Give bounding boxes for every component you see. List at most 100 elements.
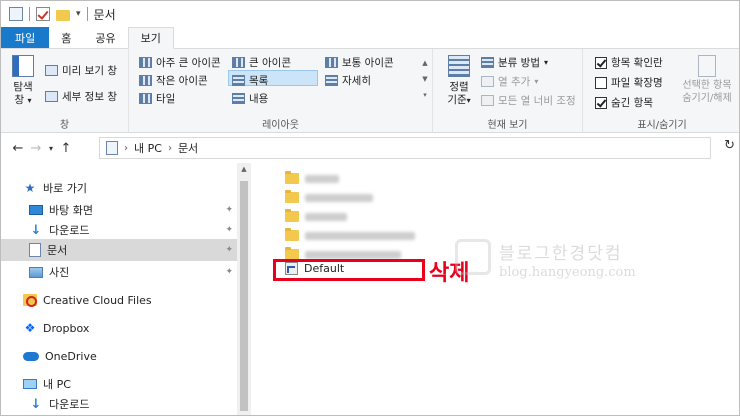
panes-group-label: 창 — [59, 120, 70, 131]
file-extensions-toggle[interactable]: 파일 확장명 — [595, 75, 663, 90]
show-hide-group-label: 표시/숨기기 — [637, 120, 687, 131]
checkmark-icon[interactable] — [36, 7, 50, 21]
details-label: 자세히 — [342, 75, 371, 87]
ribbon-tabs: 파일 홈 공유 보기 — [1, 27, 739, 49]
fit-columns-icon — [481, 95, 494, 106]
extra-large-icons-icon — [139, 57, 152, 68]
pin-icon[interactable]: ✦ — [225, 245, 233, 255]
breadcrumb-documents[interactable]: 문서 — [178, 140, 198, 156]
title-divider — [86, 7, 88, 21]
item-checkboxes-toggle[interactable]: 항목 확인란 — [595, 55, 663, 70]
tab-view[interactable]: 보기 — [127, 27, 174, 49]
content-option[interactable]: 내용 — [232, 91, 268, 106]
add-column-label: 열 추가 — [498, 76, 531, 88]
navigation-pane-label-a: 탐색 — [13, 81, 33, 93]
folder-icon — [285, 171, 299, 184]
pin-icon[interactable]: ✦ — [225, 267, 233, 277]
layout-group-label: 레이아웃 — [262, 120, 299, 131]
group-by-button[interactable]: 분류 방법 ▾ — [481, 55, 548, 70]
sidebar-item-onedrive[interactable]: OneDrive — [1, 345, 237, 367]
hide-selected-items-button[interactable]: 선택한 항목 숨기기/해제 — [675, 55, 739, 105]
sidebar-item-this-pc[interactable]: 내 PC — [1, 373, 237, 395]
folder-icon — [285, 209, 299, 222]
pin-icon[interactable]: ✦ — [225, 225, 233, 235]
document-properties-icon[interactable] — [9, 7, 23, 21]
small-icons-option[interactable]: 작은 아이콘 — [139, 73, 208, 88]
desktop-icon — [29, 205, 43, 215]
folder-icon — [285, 190, 299, 203]
extra-large-icons-option[interactable]: 아주 큰 아이콘 — [139, 55, 221, 70]
preview-pane-label: 미리 보기 창 — [62, 65, 117, 77]
sidebar-item-desktop[interactable]: 바탕 화면 ✦ — [1, 199, 237, 221]
sidebar-item-label: 사진 — [49, 266, 70, 279]
scroll-up-arrow-icon[interactable]: ▲ — [237, 165, 251, 173]
extra-large-icons-label: 아주 큰 아이콘 — [156, 57, 221, 69]
forward-arrow-icon[interactable]: → — [27, 141, 45, 156]
sidebar-scrollbar[interactable]: ▲ — [237, 163, 251, 415]
up-arrow-icon[interactable]: ↑ — [57, 141, 75, 156]
sort-by-label-b: 기준▾ — [447, 94, 471, 106]
list-item[interactable] — [285, 207, 347, 226]
list-item[interactable] — [285, 188, 373, 207]
download-arrow-icon: ↓ — [30, 396, 42, 412]
watermark-url: blog.hangyeong.com — [499, 265, 636, 280]
add-column-button[interactable]: 열 추가 ▾ — [481, 74, 538, 89]
refresh-icon[interactable]: ↻ — [724, 138, 735, 153]
layout-scroll-arrows[interactable]: ▲ ▼ ▾ — [420, 55, 430, 103]
redacted-filename — [305, 231, 415, 240]
sidebar-item-pictures[interactable]: 사진 ✦ — [1, 261, 237, 283]
address-bar[interactable]: › 내 PC › 문서 — [99, 137, 711, 159]
medium-icons-option[interactable]: 보통 아이콘 — [325, 55, 394, 70]
details-pane-button[interactable]: 세부 정보 창 — [45, 89, 117, 104]
breadcrumb-my-pc[interactable]: 내 PC — [134, 140, 162, 156]
hidden-items-toggle[interactable]: 숨긴 항목 — [595, 95, 653, 110]
pin-icon[interactable]: ✦ — [225, 205, 233, 215]
pictures-icon — [29, 266, 43, 278]
group-by-label: 분류 방법 — [498, 57, 540, 69]
breadcrumb-chevron-icon[interactable]: › — [124, 143, 128, 154]
redacted-filename — [305, 250, 401, 259]
sidebar-item-label: 내 PC — [43, 378, 71, 391]
sidebar-item-label: 다운로드 — [49, 398, 90, 411]
tiles-option[interactable]: 타일 — [139, 91, 175, 106]
sidebar-item-dropbox[interactable]: ❖ Dropbox — [1, 317, 237, 339]
sidebar-item-label: 다운로드 — [49, 224, 90, 237]
navigation-pane-button[interactable]: 탐색 창 ▾ — [9, 55, 37, 107]
large-icons-icon — [232, 57, 245, 68]
scrollbar-thumb[interactable] — [240, 181, 248, 411]
recent-locations-chevron-icon[interactable]: ▾ — [45, 144, 57, 153]
creative-cloud-folder-icon — [23, 294, 37, 307]
tab-share[interactable]: 공유 — [83, 27, 127, 48]
new-folder-icon[interactable] — [56, 9, 70, 21]
item-checkboxes-checkbox[interactable] — [595, 56, 607, 69]
sidebar-item-downloads-pc[interactable]: ↓ 다운로드 — [1, 393, 237, 415]
fit-columns-button[interactable]: 모든 열 너비 조정 — [481, 93, 576, 108]
sidebar-item-label: 문서 — [47, 244, 68, 257]
sidebar-item-label: Creative Cloud Files — [43, 293, 152, 307]
sort-by-icon — [448, 55, 470, 77]
sidebar-item-downloads[interactable]: ↓ 다운로드 ✦ — [1, 219, 237, 241]
small-icons-icon — [139, 75, 152, 86]
watermark-logo-icon — [455, 239, 491, 275]
hidden-items-checkbox[interactable] — [595, 96, 607, 109]
back-arrow-icon[interactable]: ← — [9, 141, 27, 156]
tab-home[interactable]: 홈 — [49, 27, 83, 48]
quick-access-dropdown-icon[interactable]: ▾ — [76, 9, 81, 19]
sort-by-button[interactable]: 정렬 기준▾ — [443, 55, 475, 107]
list-item[interactable] — [285, 169, 339, 188]
sidebar-item-creative-cloud[interactable]: Creative Cloud Files — [1, 289, 237, 311]
tab-file[interactable]: 파일 — [1, 27, 50, 48]
sidebar-item-documents[interactable]: 문서 ✦ — [1, 239, 237, 261]
list-option[interactable]: 목록 — [232, 73, 268, 88]
title-divider — [29, 7, 30, 21]
breadcrumb-chevron-icon[interactable]: › — [168, 143, 172, 154]
list-item[interactable] — [285, 226, 415, 245]
navigation-pane-icon — [12, 55, 34, 77]
file-extensions-label: 파일 확장명 — [611, 77, 663, 89]
sidebar-item-quick-access[interactable]: ★ 바로 가기 — [1, 177, 237, 199]
preview-pane-button[interactable]: 미리 보기 창 — [45, 63, 117, 78]
file-extensions-checkbox[interactable] — [595, 76, 607, 89]
details-option[interactable]: 자세히 — [325, 73, 371, 88]
hide-selected-label-b: 숨기기/해제 — [682, 93, 732, 104]
large-icons-option[interactable]: 큰 아이콘 — [232, 55, 291, 70]
